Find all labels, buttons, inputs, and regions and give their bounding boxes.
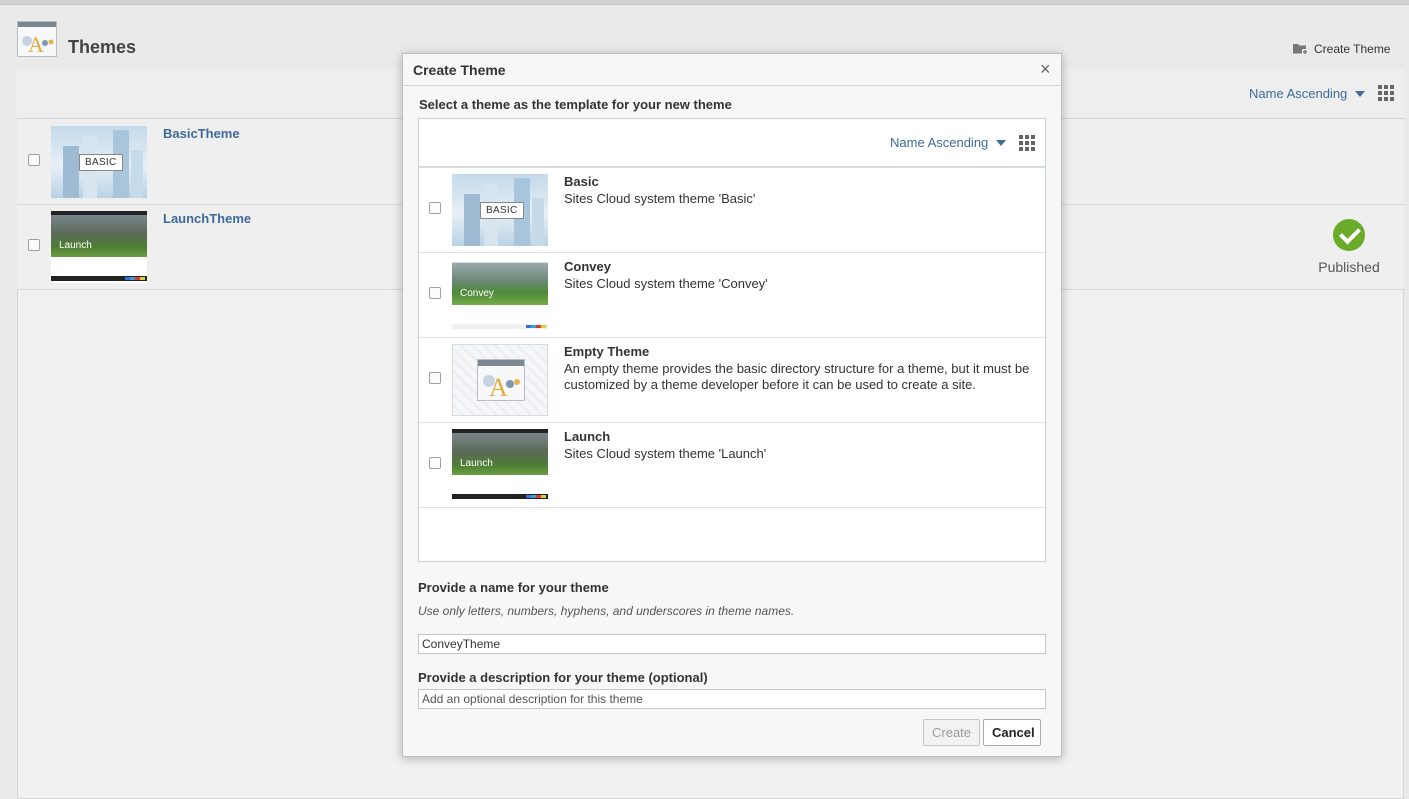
create-button[interactable]: Create	[923, 719, 980, 746]
template-thumbnail[interactable]: Launch	[452, 429, 548, 501]
check-circle-icon	[1333, 219, 1365, 251]
template-toolbar: Name Ascending	[419, 119, 1045, 168]
theme-thumbnail[interactable]: Launch	[51, 211, 147, 283]
dialog-title: Create Theme	[413, 62, 506, 78]
create-theme-label: Create Theme	[1314, 42, 1391, 56]
description-label: Provide a description for your theme (op…	[418, 670, 708, 685]
thumbnail-label: Launch	[59, 240, 92, 251]
template-name: Empty Theme	[564, 344, 650, 359]
template-description: Sites Cloud system theme 'Convey'	[564, 276, 768, 291]
grid-view-icon[interactable]	[1019, 135, 1035, 151]
sort-label: Name Ascending	[1249, 86, 1348, 101]
thumbnail-label: Convey	[460, 288, 494, 299]
create-theme-button[interactable]: Create Theme	[1292, 42, 1390, 56]
top-border	[0, 0, 1409, 5]
name-label: Provide a name for your theme	[418, 580, 609, 595]
template-name: Basic	[564, 174, 599, 189]
template-item-convey[interactable]: Convey Convey Sites Cloud system theme '…	[419, 253, 1045, 338]
template-description: An empty theme provides the basic direct…	[564, 361, 1030, 392]
template-thumbnail[interactable]: Convey	[452, 259, 548, 331]
template-checkbox[interactable]	[429, 202, 441, 214]
caret-down-icon	[1355, 90, 1366, 97]
published-status: Published	[1318, 219, 1380, 275]
template-thumbnail[interactable]: BASIC	[452, 174, 548, 246]
template-checkbox[interactable]	[429, 372, 441, 384]
dialog-header: Create Theme ×	[403, 54, 1061, 86]
template-description: Sites Cloud system theme 'Basic'	[564, 191, 756, 206]
template-thumbnail[interactable]: A	[452, 344, 548, 416]
themes-app-icon: A	[17, 21, 57, 57]
themes-app-icon: A	[477, 359, 525, 401]
template-item-launch[interactable]: Launch Launch Sites Cloud system theme '…	[419, 423, 1045, 508]
caret-down-icon	[996, 139, 1007, 146]
template-item-basic[interactable]: BASIC Basic Sites Cloud system theme 'Ba…	[419, 168, 1045, 253]
svg-text:A: A	[489, 373, 508, 400]
add-folder-icon	[1292, 42, 1308, 56]
template-item-empty-theme[interactable]: A Empty Theme An empty theme provides th…	[419, 338, 1045, 423]
row-checkbox[interactable]	[28, 154, 40, 166]
theme-name-link[interactable]: BasicTheme	[163, 126, 240, 141]
grid-view-icon[interactable]	[1378, 85, 1394, 101]
sort-label: Name Ascending	[890, 135, 989, 150]
template-checkbox[interactable]	[429, 457, 441, 469]
theme-name-link[interactable]: LaunchTheme	[163, 211, 251, 226]
thumbnail-label: BASIC	[480, 202, 524, 219]
template-description: Sites Cloud system theme 'Launch'	[564, 446, 767, 461]
svg-text:A: A	[28, 32, 44, 57]
page-title: Themes	[68, 37, 137, 57]
template-name: Convey	[564, 259, 611, 274]
status-label: Published	[1318, 259, 1380, 275]
theme-thumbnail[interactable]: BASIC	[51, 126, 147, 198]
thumbnail-label: BASIC	[79, 154, 123, 171]
cancel-button[interactable]: Cancel	[983, 719, 1041, 746]
template-prompt: Select a theme as the template for your …	[419, 97, 732, 112]
thumbnail-label: Launch	[460, 458, 493, 469]
name-hint: Use only letters, numbers, hyphens, and …	[418, 604, 795, 618]
theme-description-input[interactable]	[418, 689, 1046, 709]
row-checkbox[interactable]	[28, 239, 40, 251]
template-list[interactable]: Name Ascending BASIC Basic Sites Cloud s…	[418, 118, 1046, 562]
template-checkbox[interactable]	[429, 287, 441, 299]
theme-name-input[interactable]	[418, 634, 1046, 654]
template-name: Launch	[564, 429, 611, 444]
close-icon[interactable]: ×	[1040, 60, 1051, 78]
create-theme-dialog: Create Theme × Select a theme as the tem…	[402, 53, 1062, 757]
template-sort-dropdown[interactable]: Name Ascending	[890, 135, 1007, 150]
sort-dropdown[interactable]: Name Ascending	[1249, 86, 1366, 101]
